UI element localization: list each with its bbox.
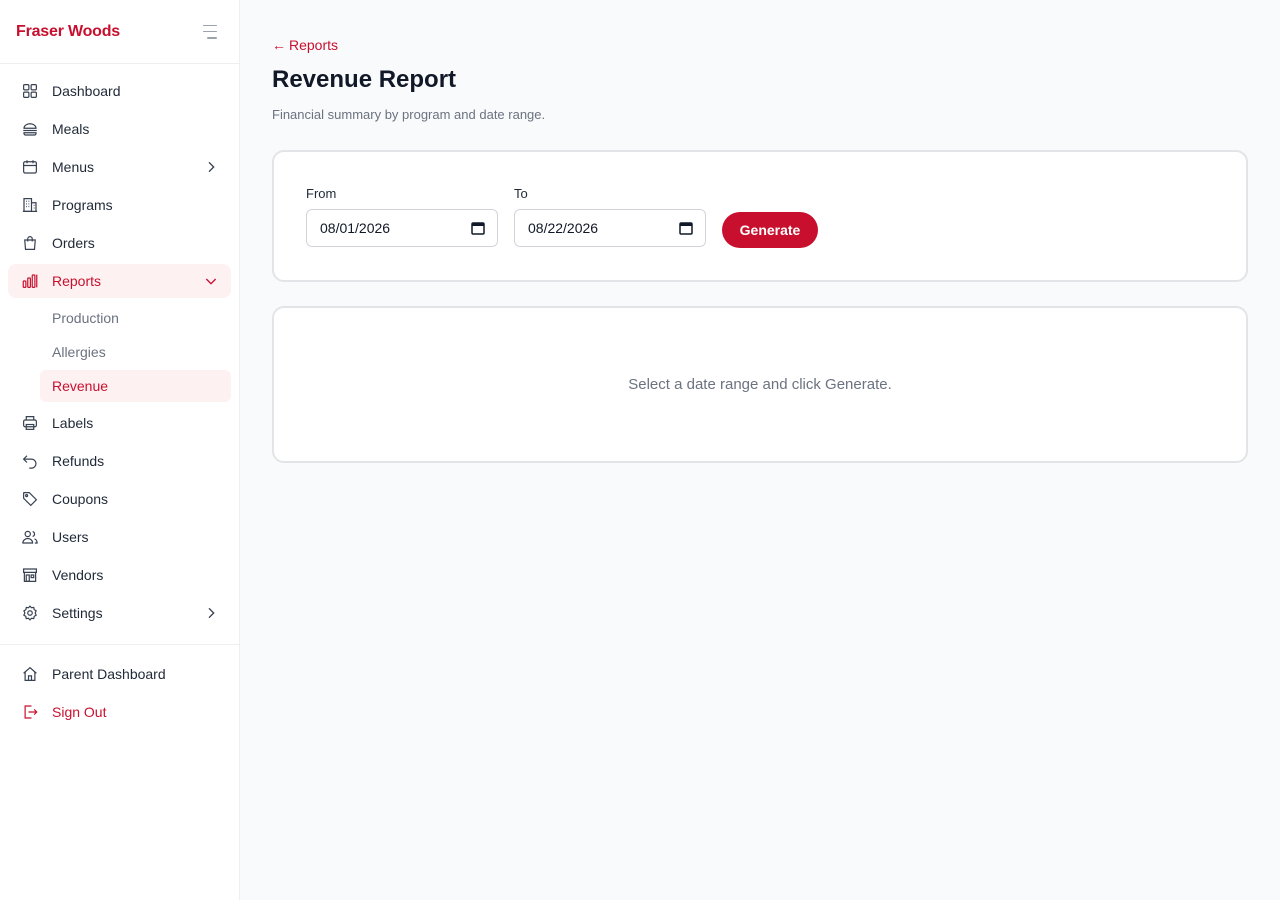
from-label: From (306, 186, 337, 201)
sidebar-item-users[interactable]: Users (8, 520, 231, 554)
sidebar-item-label: Sign Out (52, 704, 107, 720)
calendar-picker-icon[interactable] (679, 221, 693, 235)
reports-subnav: Production Allergies Revenue (0, 302, 239, 402)
gear-icon (20, 603, 40, 623)
sign-out-icon (20, 702, 40, 722)
sidebar-item-programs[interactable]: Programs (8, 188, 231, 222)
page-subtitle: Financial summary by program and date ra… (272, 107, 546, 122)
sidebar-item-coupons[interactable]: Coupons (8, 482, 231, 516)
subnav-item-revenue[interactable]: Revenue (40, 370, 231, 402)
sidebar-item-menus[interactable]: Menus (8, 150, 231, 184)
sidebar-item-labels[interactable]: Labels (8, 406, 231, 440)
shopping-bag-icon (20, 233, 40, 253)
sidebar-item-label: Dashboard (52, 83, 121, 99)
to-date-input[interactable]: 08/22/2026 (514, 209, 706, 247)
arrow-left-icon: ← (272, 37, 286, 53)
sidebar-item-orders[interactable]: Orders (8, 226, 231, 260)
sidebar-item-label: Users (52, 529, 89, 545)
sidebar-item-meals[interactable]: Meals (8, 112, 231, 146)
chevron-down-icon (203, 273, 219, 289)
date-filter-card: From 08/01/2026 To 08/22/2026 Generate (272, 150, 1248, 282)
sidebar-item-label: Vendors (52, 567, 104, 583)
from-date-input[interactable]: 08/01/2026 (306, 209, 498, 247)
dashboard-grid-icon (20, 81, 40, 101)
to-date-value: 08/22/2026 (528, 220, 599, 236)
bar-chart-icon (20, 271, 40, 291)
sidebar-item-label: Reports (52, 273, 102, 289)
calendar-icon (20, 157, 40, 177)
sidebar-item-dashboard[interactable]: Dashboard (8, 74, 231, 108)
sidebar-item-label: Menus (52, 159, 95, 175)
to-field: To 08/22/2026 (514, 186, 706, 247)
brand-row: Fraser Woods (0, 0, 239, 64)
tag-icon (20, 489, 40, 509)
empty-state-message: Select a date range and click Generate. (628, 376, 892, 393)
sidebar-divider (0, 644, 239, 645)
storefront-icon (20, 565, 40, 585)
sidebar-item-label: Programs (52, 197, 113, 213)
back-to-reports-link[interactable]: ← Reports (272, 37, 338, 53)
sidebar-item-vendors[interactable]: Vendors (8, 558, 231, 592)
sidebar: Fraser Woods Dashboard Meals Menus Progr… (0, 0, 240, 900)
sidebar-item-label: Refunds (52, 453, 105, 469)
sidebar-item-refunds[interactable]: Refunds (8, 444, 231, 478)
undo-arrow-icon (20, 451, 40, 471)
sidebar-item-label: Meals (52, 121, 90, 137)
users-icon (20, 527, 40, 547)
burger-icon (20, 119, 40, 139)
collapse-sidebar-icon[interactable] (199, 24, 217, 39)
calendar-picker-icon[interactable] (471, 221, 485, 235)
report-results-card: Select a date range and click Generate. (272, 306, 1248, 463)
sidebar-item-label: Settings (52, 605, 103, 621)
subnav-item-production[interactable]: Production (40, 302, 231, 334)
printer-icon (20, 413, 40, 433)
sidebar-item-label: Labels (52, 415, 94, 431)
back-link-label: Reports (289, 37, 339, 53)
chevron-right-icon (203, 159, 219, 175)
chevron-right-icon (203, 605, 219, 621)
sidebar-item-parent-dashboard[interactable]: Parent Dashboard (8, 657, 231, 691)
subnav-item-allergies[interactable]: Allergies (40, 336, 231, 368)
from-field: From 08/01/2026 (306, 186, 498, 247)
sidebar-nav: Dashboard Meals Menus Programs Orders Re… (0, 64, 239, 729)
home-icon (20, 664, 40, 684)
sidebar-item-settings[interactable]: Settings (8, 596, 231, 630)
sidebar-item-label: Coupons (52, 491, 109, 507)
sidebar-item-label: Orders (52, 235, 95, 251)
brand-name[interactable]: Fraser Woods (16, 23, 120, 41)
generate-button[interactable]: Generate (722, 212, 818, 248)
sidebar-item-sign-out[interactable]: Sign Out (8, 695, 231, 729)
sidebar-item-label: Parent Dashboard (52, 666, 166, 682)
building-icon (20, 195, 40, 215)
to-label: To (514, 186, 528, 201)
page-title: Revenue Report (272, 66, 457, 93)
sidebar-item-reports[interactable]: Reports (8, 264, 231, 298)
from-date-value: 08/01/2026 (320, 220, 391, 236)
